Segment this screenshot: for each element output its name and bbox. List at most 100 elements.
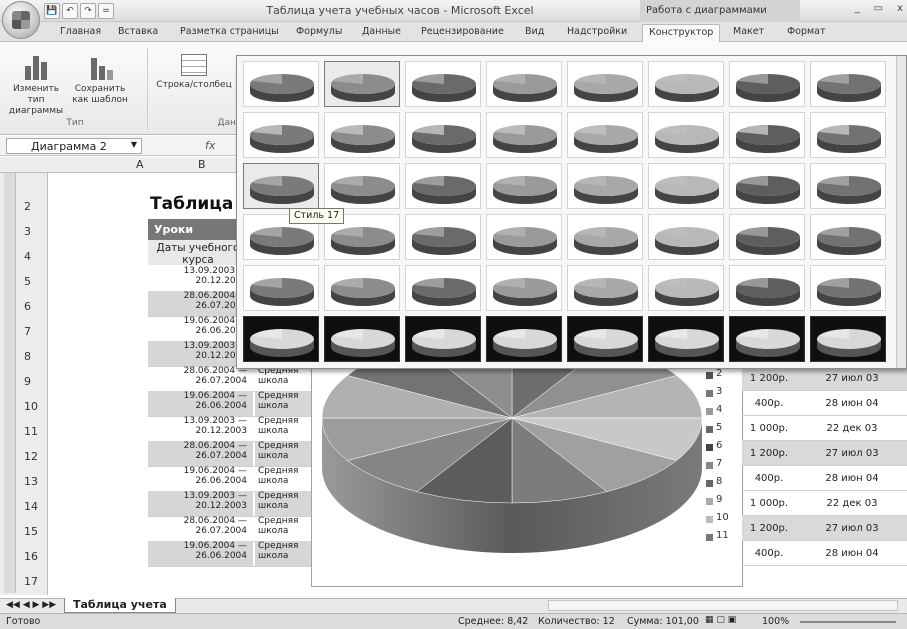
chart-style-option[interactable]	[729, 163, 805, 209]
chart-style-option[interactable]	[729, 61, 805, 107]
school-cell[interactable]: Средняя школа	[255, 366, 313, 391]
school-cell[interactable]: Средняя школа	[255, 491, 313, 516]
tab-1[interactable]: Вставка	[118, 26, 158, 37]
chart-style-option[interactable]	[486, 214, 562, 260]
chart-style-option[interactable]	[243, 163, 319, 209]
chevron-down-icon[interactable]: ▼	[131, 140, 137, 149]
tab-2[interactable]: Разметка страницы	[180, 26, 279, 37]
tab-4[interactable]: Данные	[362, 26, 401, 37]
name-box[interactable]: Диаграмма 2 ▼	[6, 138, 142, 154]
row-header[interactable]: 13	[24, 475, 38, 488]
table-row[interactable]: 1 200р. 27 июл 03	[742, 441, 907, 466]
chart-style-option[interactable]	[243, 61, 319, 107]
date-cell[interactable]: 13.09.2003 — 20.12.2003	[148, 416, 253, 441]
chart-style-option[interactable]	[810, 265, 886, 311]
chart-style-option[interactable]	[810, 163, 886, 209]
tab-7[interactable]: Надстройки	[567, 26, 627, 37]
date-cell[interactable]: 19.06.2004 — 26.06.2004	[148, 466, 253, 491]
table-row[interactable]: 1 200р. 27 июл 03	[742, 366, 907, 391]
chart-style-option[interactable]	[486, 61, 562, 107]
date-cell[interactable]: 13.09.2003 — 20.12.2003	[148, 491, 253, 516]
date-cell[interactable]: 28.06.2004 — 26.07.2004	[148, 441, 253, 466]
chart-style-option[interactable]	[567, 163, 643, 209]
chart-style-option[interactable]	[486, 112, 562, 158]
pie-chart[interactable]	[311, 332, 743, 587]
gallery-scrollbar[interactable]	[896, 56, 906, 368]
chart-style-option[interactable]	[648, 214, 724, 260]
school-cell[interactable]: Средняя школа	[255, 516, 313, 541]
row-header[interactable]: 9	[24, 375, 31, 388]
row-header[interactable]: 4	[24, 250, 31, 263]
chart-style-option[interactable]	[324, 316, 400, 362]
chart-style-option[interactable]	[729, 265, 805, 311]
chart-style-option[interactable]	[405, 265, 481, 311]
tab-10[interactable]: Формат	[787, 26, 826, 37]
chart-legend[interactable]: 2 3 4 5 6 7 8 9 10 11	[706, 368, 742, 548]
row-header[interactable]: 15	[24, 525, 38, 538]
tab-5[interactable]: Рецензирование	[421, 26, 504, 37]
tab-8[interactable]: Конструктор	[642, 24, 721, 43]
redo-icon[interactable]: ↷	[80, 3, 96, 19]
chart-style-option[interactable]	[648, 112, 724, 158]
row-header[interactable]: 12	[24, 450, 38, 463]
chart-style-option[interactable]	[648, 163, 724, 209]
office-button[interactable]	[2, 1, 40, 39]
change-chart-type-button[interactable]: Изменить тип диаграммы	[6, 54, 66, 117]
switch-row-column-button[interactable]: Строка/столбец	[152, 54, 236, 91]
chart-style-option[interactable]	[243, 316, 319, 362]
row-header[interactable]: 3	[24, 225, 31, 238]
sheet-tab[interactable]: Таблица учета	[64, 598, 176, 613]
chart-style-option[interactable]	[324, 61, 400, 107]
chart-style-option[interactable]	[405, 316, 481, 362]
chart-style-option[interactable]	[567, 214, 643, 260]
chart-style-option[interactable]	[486, 316, 562, 362]
chart-style-option[interactable]	[405, 61, 481, 107]
chart-style-option[interactable]	[567, 265, 643, 311]
column-header-b[interactable]: B	[198, 158, 206, 171]
save-template-button[interactable]: Сохранить как шаблон	[70, 54, 130, 106]
sheet-nav-icon[interactable]: ◀◀ ◀ ▶ ▶▶	[6, 600, 56, 610]
chart-style-option[interactable]	[243, 265, 319, 311]
row-header[interactable]: 2	[24, 200, 31, 213]
chart-style-option[interactable]	[648, 61, 724, 107]
row-header[interactable]: 6	[24, 300, 31, 313]
row-header[interactable]: 11	[24, 425, 38, 438]
chart-style-option[interactable]	[729, 112, 805, 158]
row-header[interactable]: 16	[24, 550, 38, 563]
chart-style-option[interactable]	[243, 112, 319, 158]
date-cell[interactable]: 19.06.2004 — 26.06.2004	[148, 541, 253, 566]
chart-style-option[interactable]	[567, 316, 643, 362]
tab-9[interactable]: Макет	[733, 26, 764, 37]
save-icon[interactable]: 💾	[44, 3, 60, 19]
tab-3[interactable]: Формулы	[296, 26, 342, 37]
chart-style-option[interactable]	[405, 163, 481, 209]
chart-style-option[interactable]	[405, 112, 481, 158]
maximize-icon[interactable]: ▭	[874, 3, 883, 14]
row-header[interactable]: 14	[24, 500, 38, 513]
date-cell[interactable]: 19.06.2004 — 26.06.2004	[148, 391, 253, 416]
chart-style-option[interactable]	[324, 112, 400, 158]
chart-style-option[interactable]	[324, 265, 400, 311]
customize-qat-icon[interactable]: =	[98, 3, 114, 19]
zoom-slider[interactable]	[800, 621, 896, 623]
date-cell[interactable]: 28.06.2004 — 26.07.2004	[148, 366, 253, 391]
close-icon[interactable]: x	[897, 3, 903, 14]
chart-style-option[interactable]	[567, 112, 643, 158]
fx-icon[interactable]: fx	[205, 139, 215, 152]
table-row[interactable]: 400р. 28 июн 04	[742, 391, 907, 416]
row-header[interactable]: 17	[24, 575, 38, 588]
undo-icon[interactable]: ↶	[62, 3, 78, 19]
table-row[interactable]: 400р. 28 июн 04	[742, 541, 907, 566]
row-header[interactable]: 5	[24, 275, 31, 288]
chart-style-option[interactable]	[810, 214, 886, 260]
date-cell[interactable]: 28.06.2004 — 26.07.2004	[148, 516, 253, 541]
chart-style-option[interactable]	[405, 214, 481, 260]
chart-style-option[interactable]	[486, 163, 562, 209]
view-buttons-icon[interactable]: ▦ ▢ ▣	[705, 615, 736, 625]
chart-style-option[interactable]	[729, 214, 805, 260]
chart-style-option[interactable]	[567, 61, 643, 107]
school-cell[interactable]: Средняя школа	[255, 466, 313, 491]
chart-style-option[interactable]	[486, 265, 562, 311]
horizontal-scrollbar[interactable]	[548, 600, 898, 611]
tab-6[interactable]: Вид	[525, 26, 544, 37]
